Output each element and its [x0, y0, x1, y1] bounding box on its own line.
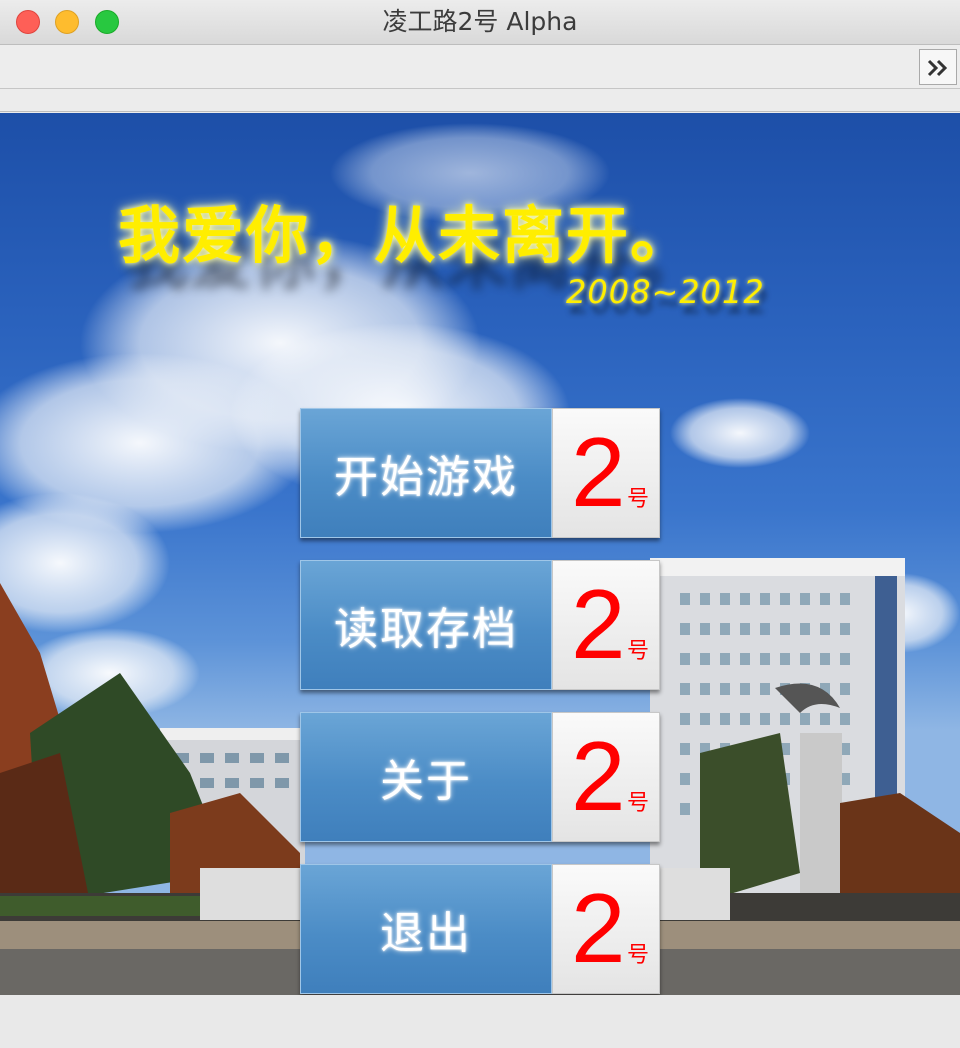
number-badge: 2 号: [552, 712, 660, 842]
title-bar: 凌工路2号 Alpha: [0, 0, 960, 45]
badge-suffix: 号: [627, 791, 650, 816]
load-save-label: 读取存档: [300, 560, 552, 690]
start-game-button[interactable]: 开始游戏 2 号: [300, 408, 660, 538]
number-badge: 2 号: [552, 864, 660, 994]
bottom-bar: [0, 995, 960, 1048]
start-game-label: 开始游戏: [300, 408, 552, 538]
exit-label: 退出: [300, 864, 552, 994]
toolbar: [0, 45, 960, 89]
number-badge: 2 号: [552, 560, 660, 690]
exit-button[interactable]: 退出 2 号: [300, 864, 660, 994]
game-title-screen: 我爱你，从未离开。 2008~2012 开始游戏 2 号 读取存档 2 号 关于…: [0, 113, 960, 995]
about-label: 关于: [300, 712, 552, 842]
double-chevron-right-icon: [927, 59, 948, 77]
badge-suffix: 号: [627, 943, 650, 968]
slogan-text: 我爱你，从未离开。: [118, 199, 695, 272]
number-badge: 2 号: [552, 408, 660, 538]
load-save-button[interactable]: 读取存档 2 号: [300, 560, 660, 690]
about-button[interactable]: 关于 2 号: [300, 712, 660, 842]
badge-number: 2: [571, 569, 626, 679]
badge-suffix: 号: [627, 487, 650, 512]
badge-number: 2: [571, 417, 626, 527]
badge-number: 2: [571, 721, 626, 831]
toolbar-separator: [0, 89, 960, 112]
badge-number: 2: [571, 873, 626, 983]
badge-suffix: 号: [627, 639, 650, 664]
years-text: 2008~2012: [566, 273, 765, 311]
window-title: 凌工路2号 Alpha: [382, 7, 578, 36]
toolbar-overflow-button[interactable]: [919, 49, 957, 85]
